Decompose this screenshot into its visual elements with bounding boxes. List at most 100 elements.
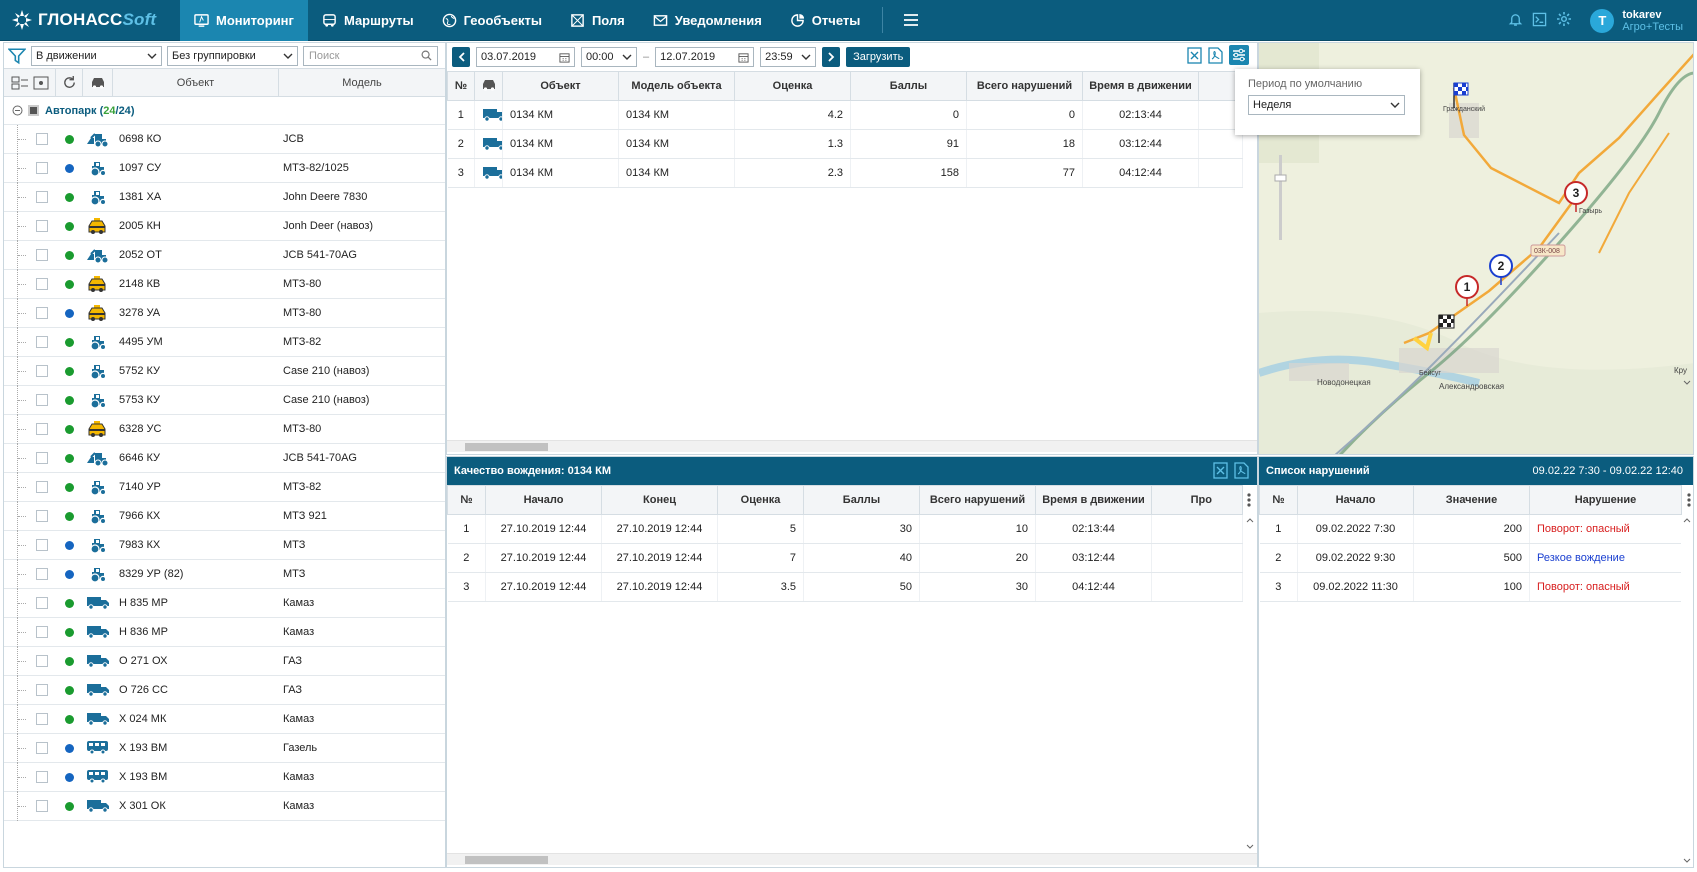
- status-filter-select[interactable]: В движении: [31, 45, 162, 66]
- col-points[interactable]: Баллы: [803, 485, 920, 515]
- vehicle-row[interactable]: 5753 КУ Case 210 (навоз): [4, 386, 445, 415]
- quality-hscroll-thumb[interactable]: [465, 856, 548, 864]
- pdf-export-icon[interactable]: [1208, 47, 1223, 64]
- group-row-autopark[interactable]: Автопарк (24/24): [4, 97, 445, 125]
- scroll-up-icon[interactable]: [1681, 516, 1693, 524]
- column-settings-button[interactable]: [1229, 45, 1249, 65]
- nav-reports[interactable]: Отчеты: [776, 0, 875, 41]
- vehicle-row[interactable]: 6646 КУ JCB 541-70AG: [4, 444, 445, 473]
- col-value[interactable]: Значение: [1413, 485, 1530, 515]
- vehicle-checkbox[interactable]: [36, 394, 48, 406]
- col-time[interactable]: Время в движении: [1035, 485, 1152, 515]
- col-object[interactable]: Объект: [502, 71, 619, 101]
- console-button[interactable]: [1532, 12, 1547, 30]
- table-row[interactable]: 1 09.02.2022 7:30 200 Поворот: опасный: [1259, 514, 1682, 544]
- col-violations[interactable]: Всего нарушений: [919, 485, 1036, 515]
- filter-icon[interactable]: [8, 47, 26, 65]
- vehicle-row[interactable]: 4495 УМ МТЗ-82: [4, 328, 445, 357]
- nav-notifications[interactable]: Уведомления: [639, 0, 776, 41]
- vehicle-row[interactable]: 3278 УА МТЗ-80: [4, 299, 445, 328]
- vehicle-checkbox[interactable]: [36, 307, 48, 319]
- vehicle-row[interactable]: 8329 УР (82) МТЗ: [4, 560, 445, 589]
- vehicle-row[interactable]: 2005 КН Jonh Deer (навоз): [4, 212, 445, 241]
- table-row[interactable]: 2 27.10.2019 12:44 27.10.2019 12:44 7 40 20 03…: [447, 543, 1243, 573]
- pdf-export-icon[interactable]: [1234, 462, 1249, 479]
- col-n[interactable]: №: [1259, 485, 1298, 515]
- table-row[interactable]: 1 27.10.2019 12:44 27.10.2019 12:44 5 30 10 02…: [447, 514, 1243, 544]
- table-row[interactable]: 3 0134 КМ 0134 КМ 2.3 158 77 04:12:44: [447, 158, 1243, 188]
- vehicle-row[interactable]: О 726 СС ГАЗ: [4, 676, 445, 705]
- summary-hscrollbar[interactable]: [447, 440, 1257, 452]
- scroll-down-icon[interactable]: [1681, 857, 1693, 865]
- vehicle-checkbox[interactable]: [36, 742, 48, 754]
- vehicle-checkbox[interactable]: [36, 452, 48, 464]
- scroll-up-icon[interactable]: [1244, 516, 1256, 524]
- table-row[interactable]: 2 09.02.2022 9:30 500 Резкое вождение: [1259, 543, 1682, 573]
- table-row[interactable]: 2 0134 КМ 0134 КМ 1.3 91 18 03:12:44: [447, 129, 1243, 159]
- grouping-select[interactable]: Без группировки: [167, 45, 298, 66]
- vehicle-checkbox[interactable]: [36, 249, 48, 261]
- col-object-header[interactable]: Объект: [113, 68, 279, 97]
- time-to-select[interactable]: 23:59: [760, 47, 817, 67]
- scroll-down-icon[interactable]: [1244, 843, 1256, 851]
- vehicle-row[interactable]: 7966 КХ МТЗ 921: [4, 502, 445, 531]
- col-points[interactable]: Баллы: [850, 71, 967, 101]
- vehicle-checkbox[interactable]: [36, 220, 48, 232]
- date-from-input[interactable]: 03.07.2019: [476, 47, 575, 67]
- default-period-select[interactable]: Неделя: [1248, 95, 1405, 115]
- menu-button[interactable]: [891, 0, 931, 41]
- quality-vscrollbar[interactable]: [1244, 515, 1256, 851]
- vehicle-checkbox[interactable]: [36, 771, 48, 783]
- nav-routes[interactable]: Маршруты: [308, 0, 428, 41]
- prev-period-button[interactable]: [452, 47, 470, 67]
- vehicle-search-input[interactable]: Поиск: [303, 45, 438, 66]
- vehicle-checkbox[interactable]: [36, 800, 48, 812]
- vehicle-row[interactable]: 1097 СУ МТЗ-82/1025: [4, 154, 445, 183]
- col-n[interactable]: №: [447, 485, 486, 515]
- vehicle-row[interactable]: О 271 ОХ ГАЗ: [4, 647, 445, 676]
- col-start[interactable]: Начало: [1297, 485, 1414, 515]
- nav-fields[interactable]: Поля: [556, 0, 639, 41]
- next-period-button[interactable]: [822, 47, 841, 67]
- vehicle-row[interactable]: Х 193 ВМ Камаз: [4, 763, 445, 792]
- vehicle-checkbox[interactable]: [36, 423, 48, 435]
- vehicle-checkbox[interactable]: [36, 597, 48, 609]
- vehicle-row[interactable]: Х 301 ОК Камаз: [4, 792, 445, 821]
- col-model-header[interactable]: Модель: [279, 69, 445, 97]
- load-button[interactable]: Загрузить: [846, 47, 911, 67]
- vehicle-checkbox[interactable]: [36, 191, 48, 203]
- vehicle-row[interactable]: 1381 ХА John Deere 7830: [4, 183, 445, 212]
- vehicle-checkbox[interactable]: [36, 626, 48, 638]
- vehicle-row[interactable]: Х 024 МК Камаз: [4, 705, 445, 734]
- violations-column-menu-icon[interactable]: [1686, 492, 1692, 508]
- table-row[interactable]: 1 0134 КМ 0134 КМ 4.2 0 0 02:13:44: [447, 100, 1243, 130]
- vehicle-row[interactable]: Н 835 МР Камаз: [4, 589, 445, 618]
- vehicle-row[interactable]: 6328 УС МТЗ-80: [4, 415, 445, 444]
- date-to-input[interactable]: 12.07.2019: [655, 47, 755, 67]
- vehicle-checkbox[interactable]: [36, 365, 48, 377]
- vehicle-row[interactable]: 2052 ОТ JCB 541-70AG: [4, 241, 445, 270]
- col-start[interactable]: Начало: [485, 485, 602, 515]
- vehicle-checkbox[interactable]: [36, 684, 48, 696]
- group-checkbox[interactable]: [28, 105, 39, 116]
- vehicle-checkbox[interactable]: [36, 713, 48, 725]
- time-from-select[interactable]: 00:00: [581, 47, 637, 67]
- col-score[interactable]: Оценка: [734, 71, 851, 101]
- summary-hscroll-thumb[interactable]: [465, 443, 548, 451]
- col-n[interactable]: №: [447, 71, 475, 101]
- vehicle-row[interactable]: 5752 КУ Case 210 (навоз): [4, 357, 445, 386]
- vehicle-checkbox[interactable]: [36, 133, 48, 145]
- refresh-icon[interactable]: [62, 75, 77, 90]
- user-menu[interactable]: T tokarev Агро+Тесты: [1590, 8, 1683, 33]
- quality-column-menu-icon[interactable]: [1246, 492, 1252, 508]
- violations-vscrollbar[interactable]: [1681, 515, 1693, 865]
- col-model[interactable]: Модель объекта: [618, 71, 735, 101]
- vehicle-row[interactable]: 7983 КХ МТЗ: [4, 531, 445, 560]
- nav-monitoring[interactable]: Мониторинг: [180, 0, 308, 41]
- vehicle-row[interactable]: Н 836 МР Камаз: [4, 618, 445, 647]
- excel-export-icon[interactable]: [1187, 47, 1202, 64]
- vehicle-checkbox[interactable]: [36, 336, 48, 348]
- nav-geoobjects[interactable]: Геообъекты: [428, 0, 556, 41]
- vehicle-checkbox[interactable]: [36, 162, 48, 174]
- vehicle-checkbox[interactable]: [36, 510, 48, 522]
